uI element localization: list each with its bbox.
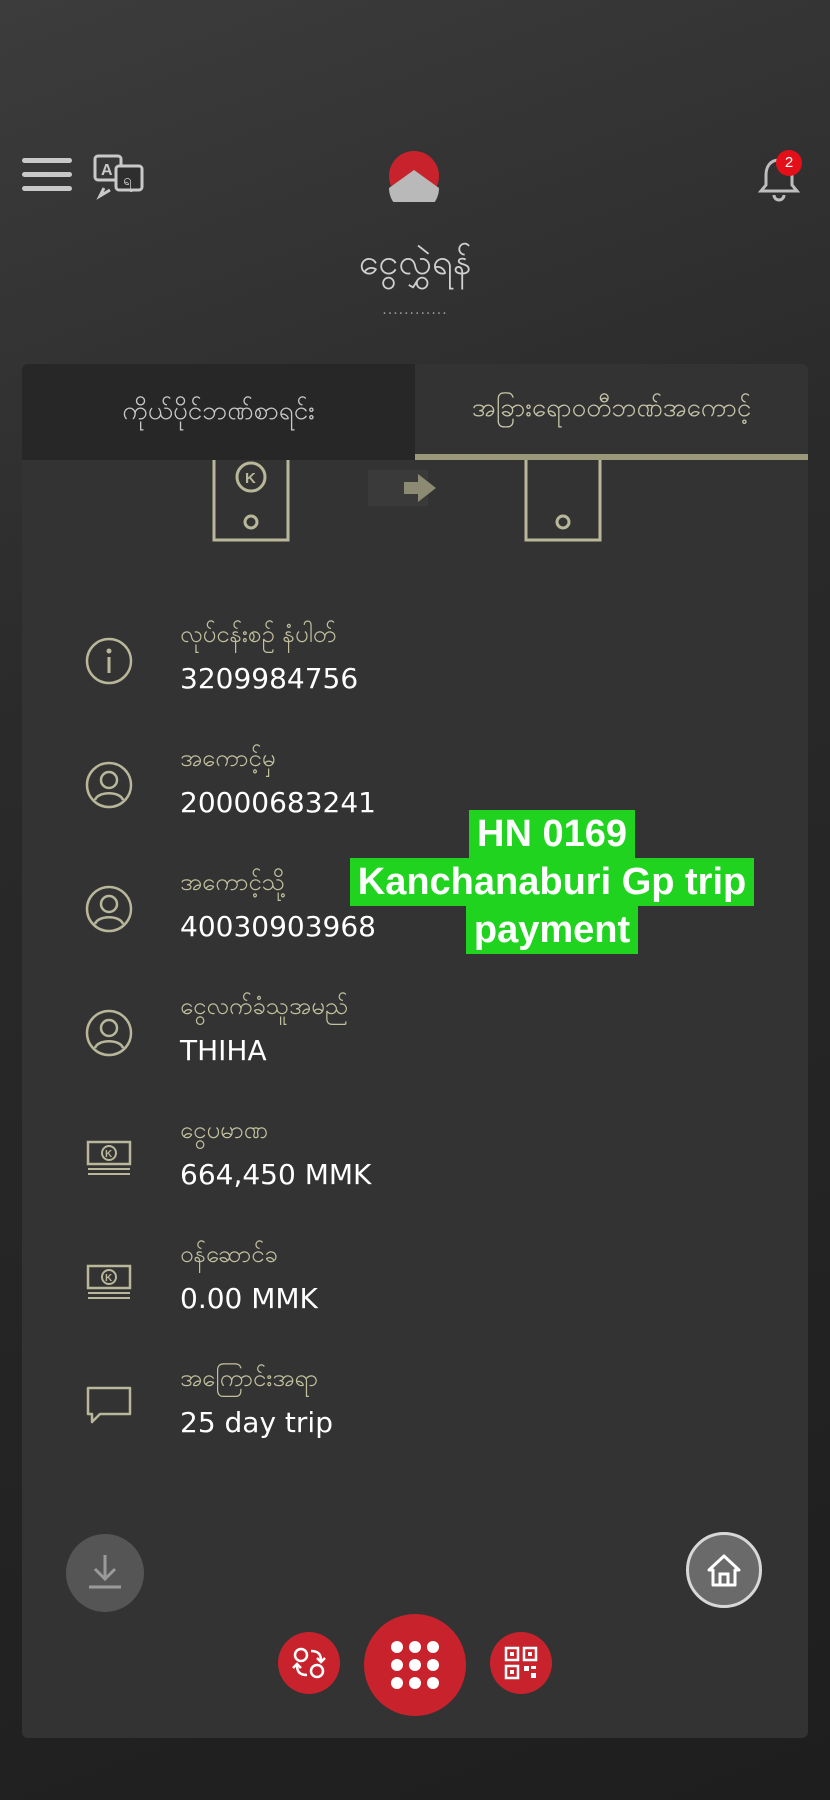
detail-value: 25 day trip: [180, 1406, 333, 1439]
bank-logo: [388, 150, 440, 213]
detail-label: လုပ်ငန်းစဉ် နံပါတ်: [180, 620, 337, 648]
detail-value: 0.00 MMK: [180, 1282, 318, 1315]
destination-phone-icon: [524, 460, 602, 542]
user-icon: [85, 885, 133, 933]
notification-badge: 2: [776, 150, 802, 176]
overlay-note-line2: Kanchanaburi Gp trip: [349, 858, 755, 906]
user-icon: [85, 761, 133, 809]
detail-label: ဝန်ဆောင်ခ: [180, 1240, 278, 1268]
grid-icon: [391, 1641, 439, 1689]
svg-text:K: K: [245, 470, 256, 487]
home-icon: [707, 1554, 741, 1587]
money-icon: K: [86, 1264, 132, 1299]
svg-text:A: A: [101, 162, 113, 179]
svg-text:K: K: [105, 1273, 113, 1284]
arrow-right-icon: [368, 470, 436, 506]
detail-value: THIHA: [180, 1034, 267, 1067]
download-icon: [89, 1555, 121, 1589]
overlay-note-line3: payment: [465, 906, 639, 954]
detail-label: အကောင့်မှ: [180, 744, 276, 772]
detail-value: 664,450 MMK: [180, 1158, 372, 1191]
source-phone-icon: K: [212, 460, 290, 542]
svg-text:ရ: ရ: [123, 171, 133, 192]
qr-code-icon: [504, 1646, 538, 1680]
detail-row-service-fee: K ဝန်ဆောင်ခ 0.00 MMK: [22, 1238, 808, 1348]
detail-label: အကောင့်သို့: [180, 868, 285, 896]
detail-label: အကြောင်းအရာ: [180, 1364, 318, 1392]
qr-scan-button[interactable]: [490, 1632, 552, 1694]
tab-own-account[interactable]: ကိုယ်ပိုင်ဘဏ်စာရင်း: [22, 364, 415, 460]
detail-label: ငွေလက်ခံသူအမည်: [180, 992, 348, 1020]
language-switch-icon[interactable]: A ရ: [92, 152, 146, 200]
notification-bell-icon[interactable]: 2: [756, 150, 802, 202]
detail-row-description: အကြောင်းအရာ 25 day trip: [22, 1362, 808, 1472]
svg-text:K: K: [105, 1149, 113, 1160]
overlay-note: HN 0169 Kanchanaburi Gp trip payment: [340, 810, 764, 954]
download-button[interactable]: [66, 1534, 144, 1612]
detail-row-transaction-number: လုပ်ငန်းစဉ် နံပါတ် 3209984756: [22, 618, 808, 728]
title-dots: ............: [382, 302, 448, 318]
tab-other-account[interactable]: အခြားရောဝတီဘဏ်အကောင့်: [415, 364, 808, 460]
comment-icon: [86, 1386, 132, 1424]
menu-icon[interactable]: [22, 158, 72, 194]
detail-row-amount: K ငွေပမာဏ 664,450 MMK: [22, 1114, 808, 1224]
money-icon: K: [86, 1140, 132, 1175]
info-icon: [85, 637, 133, 685]
swap-icon: [292, 1647, 326, 1679]
home-button[interactable]: [686, 1532, 762, 1608]
main-menu-button[interactable]: [364, 1614, 466, 1716]
detail-row-recipient-name: ငွေလက်ခံသူအမည် THIHA: [22, 990, 808, 1100]
transfer-illustration: K: [22, 460, 808, 550]
page-title: ငွေလွှဲရန်: [358, 242, 472, 283]
user-icon: [85, 1009, 133, 1057]
detail-label: ငွေပမာဏ: [180, 1116, 268, 1144]
tab-bar: ကိုယ်ပိုင်ဘဏ်စာရင်း အခြားရောဝတီဘဏ်အကောင့…: [22, 364, 808, 460]
transfer-swap-button[interactable]: [278, 1632, 340, 1694]
overlay-note-line1: HN 0169: [469, 810, 635, 858]
transfer-details-card: ကိုယ်ပိုင်ဘဏ်စာရင်း အခြားရောဝတီဘဏ်အကောင့…: [22, 364, 808, 1738]
detail-value: 3209984756: [180, 662, 359, 695]
